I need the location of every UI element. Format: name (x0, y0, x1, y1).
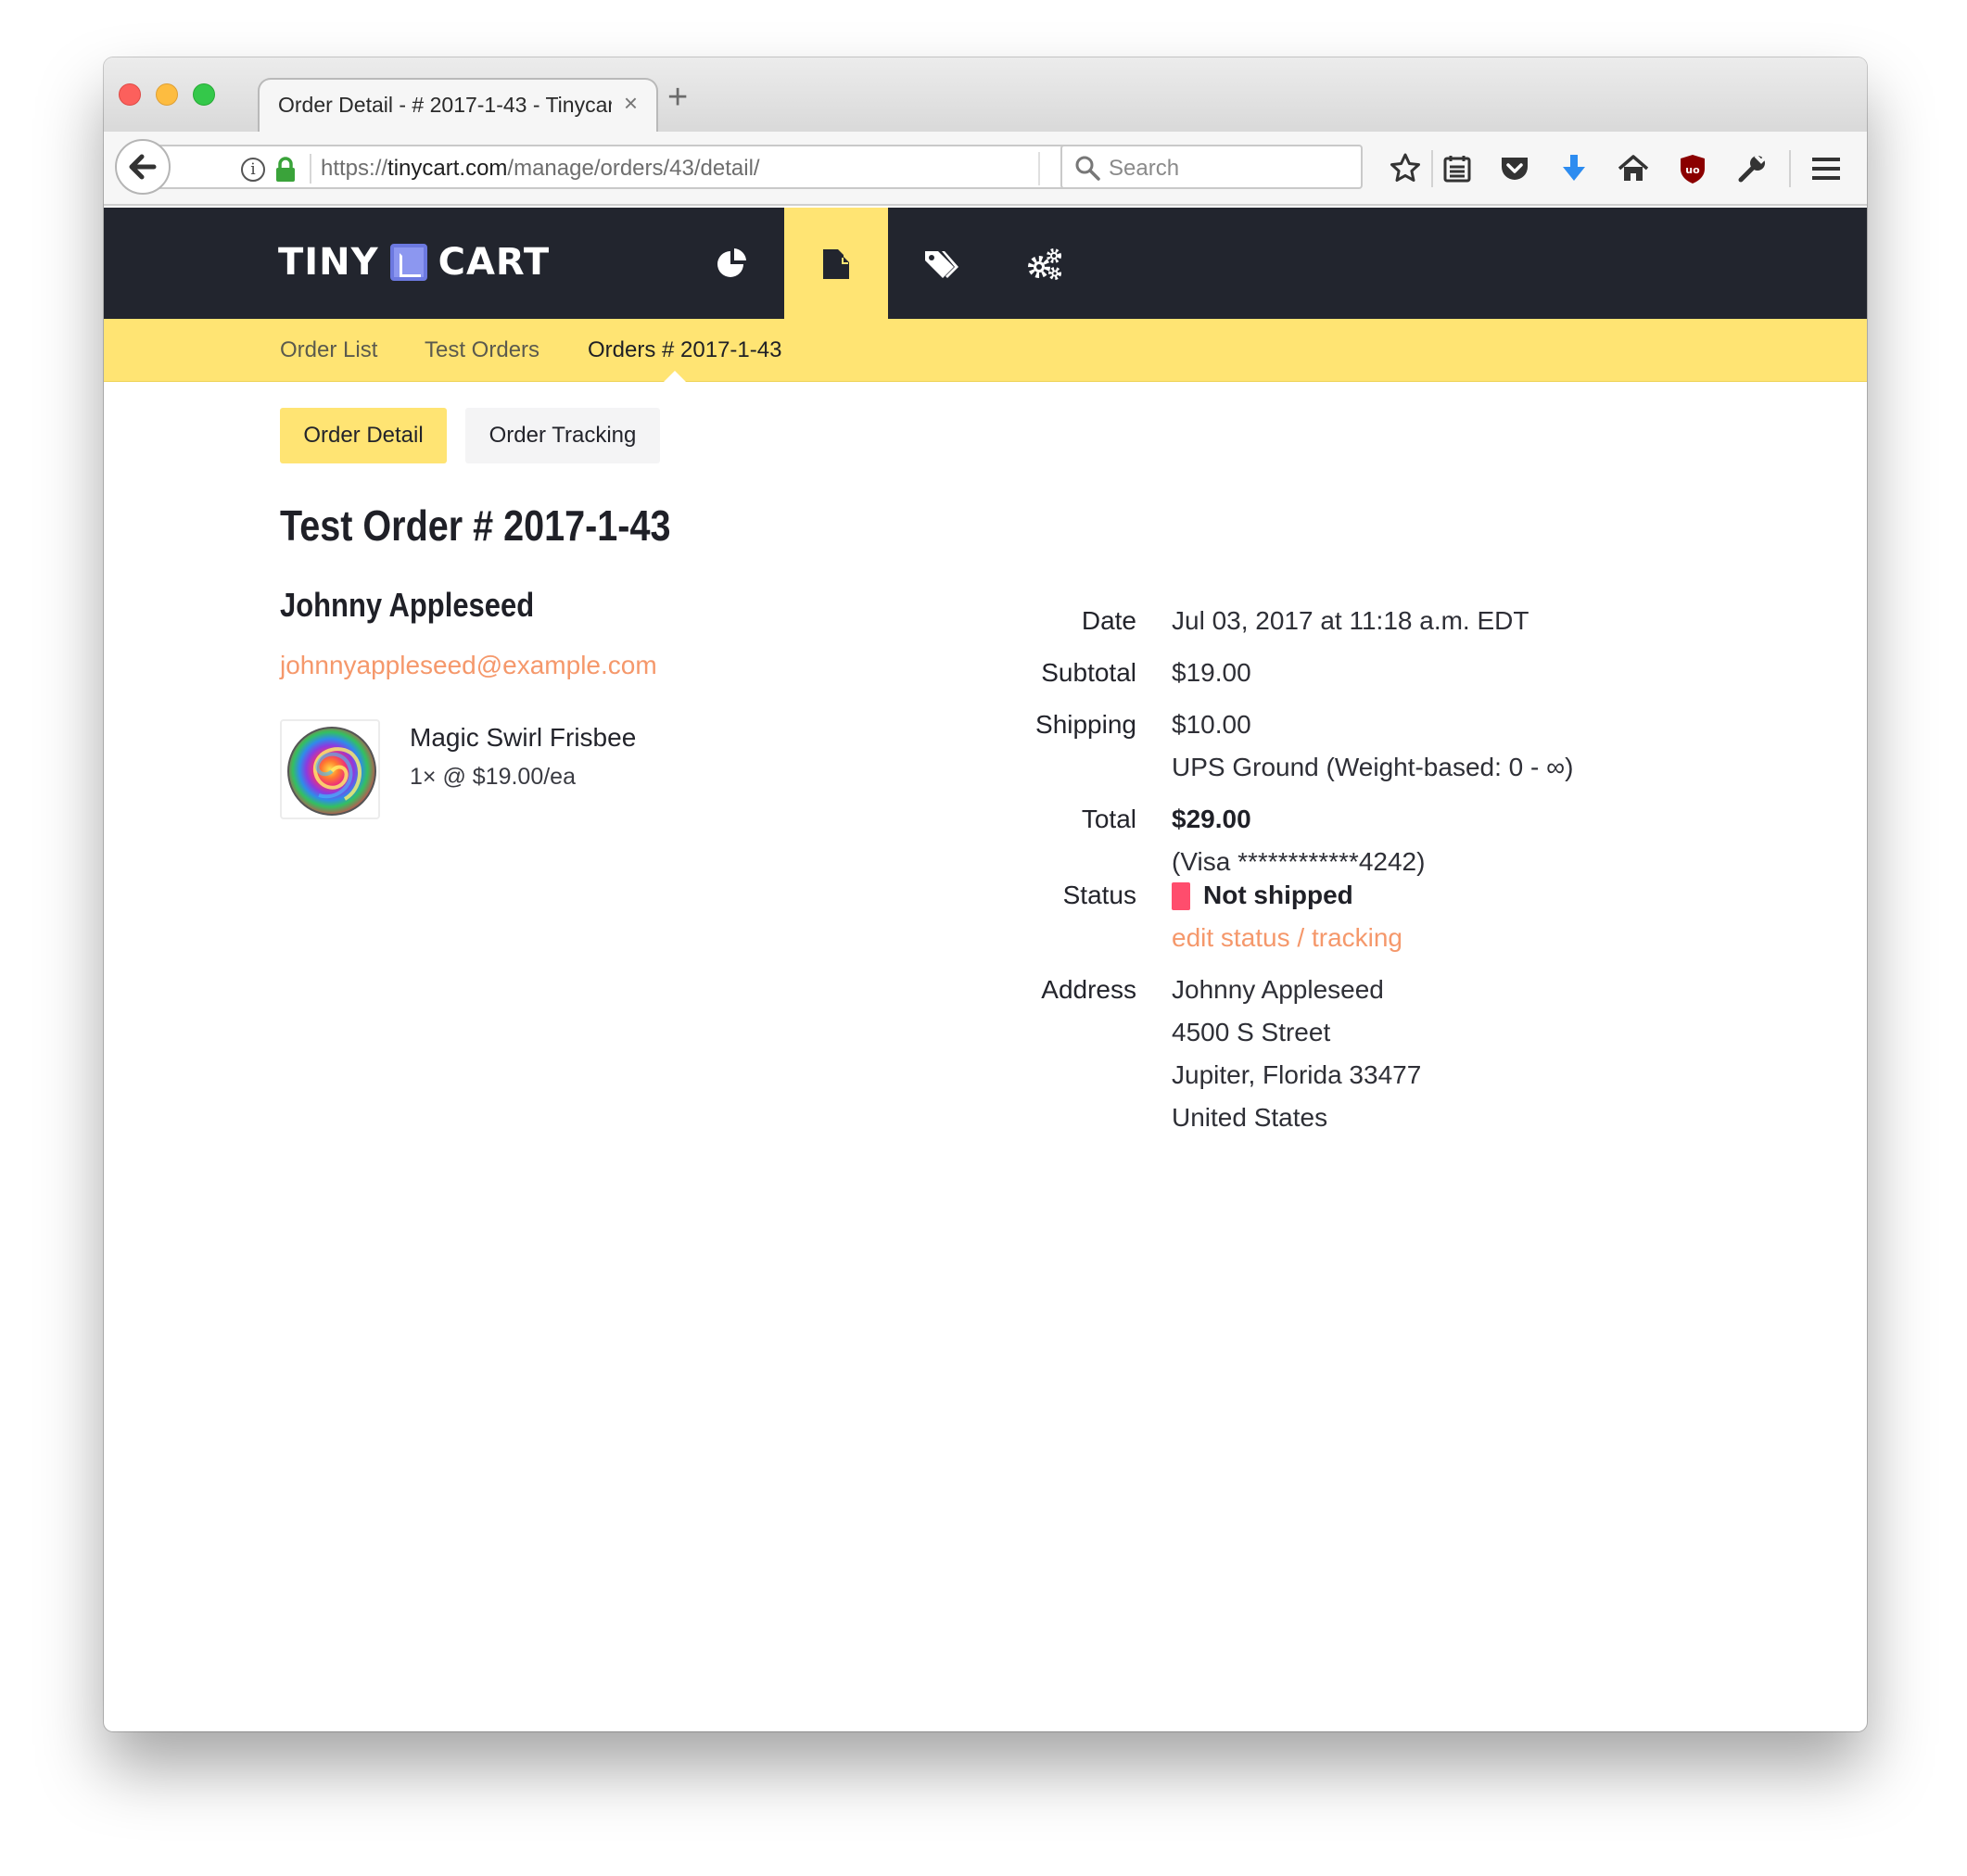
bookmarks-list-icon[interactable] (1440, 152, 1474, 185)
downloads-icon[interactable] (1557, 152, 1591, 185)
minimize-window-button[interactable] (156, 83, 178, 106)
pie-chart-icon (717, 248, 746, 277)
info-icon[interactable]: i (241, 158, 265, 182)
product-quantity: 1× @ $19.00/ea (410, 764, 576, 790)
subnav-test-orders[interactable]: Test Orders (425, 337, 539, 363)
subnav-current-order[interactable]: Orders # 2017-1-43 (588, 337, 781, 363)
lock-icon (276, 157, 295, 182)
app-header: TINY CART (104, 208, 1867, 319)
label-subtotal: Subtotal (1041, 658, 1136, 687)
page-title: Test Order # 2017-1-43 (280, 501, 671, 550)
label-address: Address (1041, 975, 1136, 1004)
product-name: Magic Swirl Frisbee (410, 723, 637, 752)
navigation-toolbar: i https://tinycart.com/manage/orders/43/… (104, 132, 1867, 206)
nav-orders[interactable] (784, 208, 888, 319)
pocket-icon[interactable] (1498, 152, 1531, 185)
customer-email-link[interactable]: johnnyappleseed@example.com (280, 651, 657, 680)
value-shipping-method: UPS Ground (Weight-based: 0 - ∞) (1172, 753, 1574, 781)
address-line: Jupiter, Florida 33477 (1172, 1060, 1422, 1089)
bookmark-star-icon[interactable] (1389, 152, 1422, 185)
new-tab-button[interactable]: + (667, 78, 688, 118)
wrench-icon[interactable] (1735, 152, 1769, 185)
value-shipping: $10.00 (1172, 710, 1251, 739)
tab-order-detail[interactable]: Order Detail (280, 408, 447, 463)
logo-text-right: CART (438, 241, 551, 284)
sub-navigation: Order List Test Orders Orders # 2017-1-4… (104, 319, 1867, 382)
settings-icon (1028, 248, 1061, 280)
value-subtotal: $19.00 (1172, 658, 1251, 687)
search-bar[interactable]: Search (1060, 145, 1363, 189)
tab-order-tracking[interactable]: Order Tracking (465, 408, 660, 463)
label-status: Status (1062, 881, 1136, 909)
ublock-icon[interactable]: uo (1676, 152, 1709, 185)
home-icon[interactable] (1617, 152, 1650, 185)
search-placeholder: Search (1109, 156, 1180, 181)
nav-dashboard[interactable] (680, 208, 784, 319)
label-date: Date (1081, 606, 1136, 635)
edit-status-link[interactable]: edit status / tracking (1172, 923, 1402, 953)
subnav-active-indicator (664, 371, 686, 382)
label-shipping: Shipping (1035, 710, 1136, 739)
logo-mark-icon (389, 244, 427, 281)
nav-tags[interactable] (888, 208, 992, 319)
status-badge: Not shipped (1203, 881, 1353, 909)
toolbar-separator (1431, 150, 1433, 187)
hamburger-menu-icon[interactable] (1809, 152, 1843, 185)
back-button[interactable] (115, 139, 171, 195)
url-text[interactable]: https://tinycart.com/manage/orders/43/de… (321, 156, 760, 182)
address-line: Johnny Appleseed (1172, 975, 1384, 1004)
label-total: Total (1081, 805, 1136, 833)
url-bar[interactable]: i https://tinycart.com/manage/orders/43/… (159, 145, 1101, 189)
toolbar-separator (1789, 150, 1791, 187)
logo-text-left: TINY (278, 241, 379, 284)
svg-text:uo: uo (1685, 164, 1700, 176)
back-arrow-icon (129, 154, 157, 180)
frisbee-image (287, 727, 376, 816)
url-separator (310, 154, 311, 184)
subnav-order-list[interactable]: Order List (280, 337, 377, 363)
reload-separator (1038, 152, 1040, 185)
value-total: $29.00 (1172, 805, 1251, 833)
browser-window: Order Detail - # 2017-1-43 - Tinycart × … (104, 57, 1867, 1731)
tinycart-logo[interactable]: TINY CART (278, 239, 550, 285)
zoom-window-button[interactable] (193, 83, 215, 106)
tab-strip: Order Detail - # 2017-1-43 - Tinycart × … (104, 57, 1867, 133)
address-line: 4500 S Street (1172, 1018, 1331, 1046)
product-thumbnail[interactable] (280, 719, 380, 819)
value-date: Jul 03, 2017 at 11:18 a.m. EDT (1172, 606, 1529, 635)
address-line: United States (1172, 1103, 1328, 1132)
browser-tab[interactable]: Order Detail - # 2017-1-43 - Tinycart × (258, 78, 658, 133)
tags-icon (925, 251, 958, 278)
customer-name: Johnny Appleseed (280, 586, 535, 624)
orders-icon (823, 249, 849, 279)
close-window-button[interactable] (119, 83, 141, 106)
status-indicator (1172, 882, 1190, 910)
value-payment: (Visa ************4242) (1172, 847, 1426, 876)
close-tab-icon[interactable]: × (624, 89, 638, 118)
search-icon (1075, 156, 1100, 181)
nav-settings[interactable] (992, 208, 1096, 319)
tab-title: Order Detail - # 2017-1-43 - Tinycart (278, 93, 612, 117)
